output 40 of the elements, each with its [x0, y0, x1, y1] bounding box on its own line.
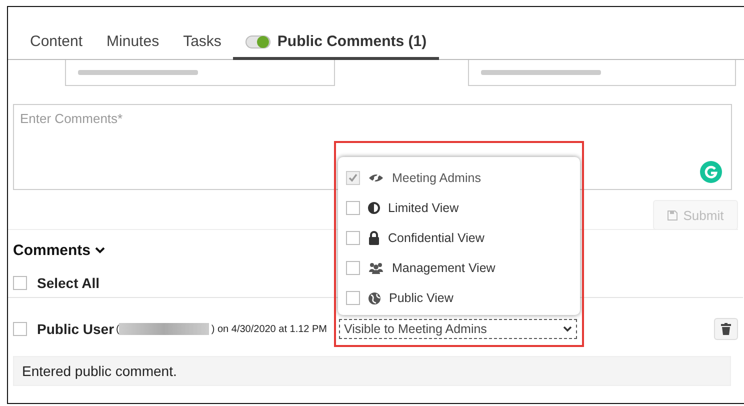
option-label: Limited View [388, 201, 459, 215]
half-circle-icon [368, 202, 380, 214]
select-all-label: Select All [37, 275, 100, 291]
people-icon [368, 262, 384, 274]
checkbox[interactable] [346, 231, 360, 245]
comment-author: Public User [37, 321, 114, 337]
eye-slash-icon [368, 172, 384, 184]
visibility-option[interactable]: Public View [346, 283, 580, 313]
chevron-down-icon[interactable] [94, 247, 105, 254]
visibility-dropdown[interactable]: Visible to Meeting Admins [339, 319, 578, 339]
email-field[interactable] [468, 60, 736, 86]
checkbox[interactable] [13, 276, 27, 290]
checkbox[interactable] [346, 291, 360, 305]
comments-heading: Comments [13, 242, 91, 259]
option-label: Management View [392, 261, 496, 275]
check-icon [348, 173, 358, 183]
globe-icon [368, 292, 382, 304]
option-label: Confidential View [388, 231, 484, 245]
tab[interactable]: Public Comments (1) [233, 33, 439, 60]
chevron-down-icon [563, 326, 572, 332]
checkbox[interactable] [346, 201, 360, 215]
comment-text: Entered public comment. [13, 356, 731, 386]
name-field[interactable] [65, 60, 335, 86]
tab[interactable]: Minutes [94, 33, 172, 60]
visibility-option[interactable]: Management View [346, 253, 580, 283]
trash-icon [721, 323, 731, 335]
comment-date: ) on 4/30/2020 at 1.12 PM [211, 324, 328, 334]
grammar-assistant-icon[interactable] [700, 161, 722, 183]
checkbox[interactable] [13, 322, 27, 336]
checkbox[interactable] [346, 261, 360, 275]
delete-button[interactable] [714, 318, 738, 340]
paren-text: ( [116, 324, 120, 334]
visibility-option[interactable]: Confidential View [346, 223, 580, 253]
lock-icon [368, 231, 380, 245]
tab[interactable]: Content [18, 33, 95, 60]
tab[interactable]: Tasks [171, 33, 234, 60]
save-icon [667, 210, 678, 220]
visibility-option[interactable]: Limited View [346, 193, 580, 223]
option-label: Meeting Admins [392, 171, 481, 185]
option-label: Public View [389, 291, 454, 305]
